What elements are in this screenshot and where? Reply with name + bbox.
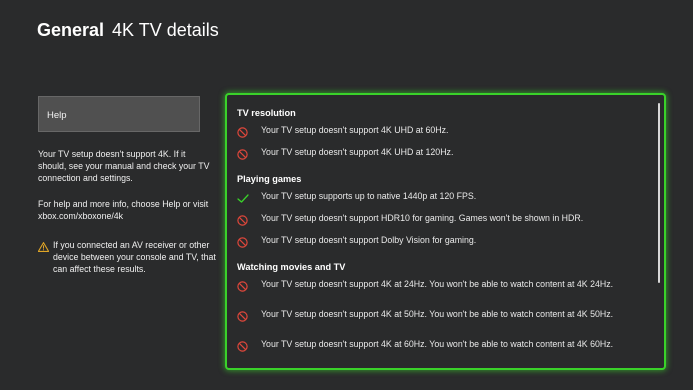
no-entry-icon bbox=[237, 234, 261, 253]
detail-item: Your TV setup supports up to native 1440… bbox=[237, 188, 652, 210]
detail-item: Your TV setup doesn't support 4K at 50Hz… bbox=[237, 306, 652, 336]
detail-text: Your TV setup doesn't support Dolby Visi… bbox=[261, 235, 477, 245]
detail-text: Your TV setup doesn't support HDR10 for … bbox=[261, 213, 584, 223]
help-paragraph-unsupported: Your TV setup doesn't support 4K. If it … bbox=[38, 149, 210, 183]
detail-item: Your TV setup doesn't support Dolby Visi… bbox=[237, 232, 652, 254]
help-button[interactable]: Help bbox=[38, 96, 200, 132]
category-title: Watching movies and TV bbox=[237, 262, 346, 272]
category-group: Watching movies and TV Your TV setup does… bbox=[237, 259, 652, 366]
detail-text: Your TV setup doesn't support 4K at 50Hz… bbox=[261, 309, 614, 319]
warning-icon bbox=[37, 239, 53, 275]
checkmark-icon bbox=[237, 190, 261, 209]
no-entry-icon bbox=[237, 146, 261, 165]
page-header: General 4K TV details bbox=[37, 20, 219, 41]
detail-text: Your TV setup doesn't support 4K at 60Hz… bbox=[261, 339, 614, 349]
no-entry-icon bbox=[237, 308, 261, 327]
detail-text: Your TV setup doesn't support 4K UHD at … bbox=[261, 147, 454, 157]
category-group: Playing games Your TV setup supports up t… bbox=[237, 171, 652, 254]
category-title: TV resolution bbox=[237, 108, 296, 118]
details-list: TV resolution Your TV setup doesn't suppo… bbox=[237, 105, 652, 366]
details-panel[interactable]: TV resolution Your TV setup doesn't suppo… bbox=[225, 93, 666, 370]
detail-item: Your TV setup doesn't support 4K UHD at … bbox=[237, 144, 652, 166]
detail-text: Your TV setup doesn't support 4K UHD at … bbox=[261, 125, 449, 135]
detail-item: Your TV setup doesn't support HDR10 for … bbox=[237, 210, 652, 232]
detail-text: Your TV setup supports up to native 1440… bbox=[261, 191, 477, 201]
warning-text: If you connected an AV receiver or other… bbox=[53, 240, 216, 274]
no-entry-icon bbox=[237, 212, 261, 231]
detail-item: Your TV setup doesn't support 4K at 60Hz… bbox=[237, 336, 652, 366]
detail-item: Your TV setup doesn't support 4K UHD at … bbox=[237, 122, 652, 144]
category-group: TV resolution Your TV setup doesn't suppo… bbox=[237, 105, 652, 166]
help-paragraph-more-info: For help and more info, choose Help or v… bbox=[38, 199, 209, 221]
no-entry-icon bbox=[237, 338, 261, 357]
warning-note: If you connected an AV receiver or other… bbox=[37, 239, 216, 275]
detail-item: Your TV setup doesn't support 4K at 24Hz… bbox=[237, 276, 652, 306]
no-entry-icon bbox=[237, 278, 261, 297]
section-title: General bbox=[37, 20, 105, 40]
detail-text: Your TV setup doesn't support 4K at 24Hz… bbox=[261, 279, 614, 289]
no-entry-icon bbox=[237, 124, 261, 143]
page-title: 4K TV details bbox=[112, 20, 219, 40]
category-title: Playing games bbox=[237, 174, 302, 184]
scrollbar[interactable] bbox=[658, 103, 660, 283]
